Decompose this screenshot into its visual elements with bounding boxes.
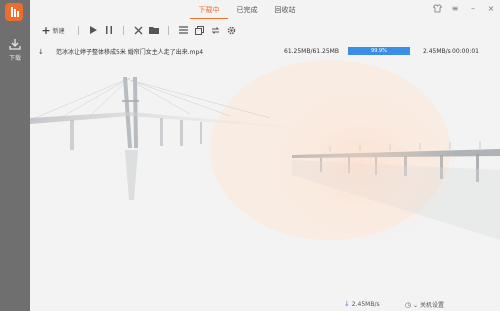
sidebar-item-label: 下载 [8,55,21,62]
tab-completed[interactable]: 已完成 [228,5,266,19]
skin-icon[interactable] [432,4,442,16]
plus-icon: + [41,23,51,37]
tab-bar: 下载中 已完成 回收站 [190,5,304,19]
pause-icon[interactable] [101,23,117,37]
chevron-down-icon: ⌄ [413,302,419,309]
minimize-icon[interactable]: – [468,4,478,16]
app-logo-icon [5,3,23,21]
download-icon [9,39,21,50]
time-remaining: 00:00:01 [452,48,479,55]
play-icon[interactable] [85,23,101,37]
menu-icon[interactable]: ≡ [450,4,460,16]
new-task-label: 新建 [52,27,65,35]
shutdown-label: 关机设置 [419,302,444,309]
close-icon[interactable]: × [486,4,496,16]
clock-icon: ◷ [405,301,412,309]
progress-text: 99.9% [371,48,387,54]
total-speed-value: 2.45MB/s [351,301,380,308]
toolbar: + 新建 [34,23,239,37]
main-panel: 下载中 已完成 回收站 ≡ – × + 新建 ↓ 范冰冰让婷子整体移成5米 婚帘… [30,0,500,311]
delete-icon[interactable] [130,23,146,37]
window-controls: ≡ – × [432,4,496,16]
divider [168,25,169,35]
new-task-button[interactable]: + 新建 [34,23,72,37]
file-name: 范冰冰让婷子整体移成5米 婚帘门女主人走了出来.mp4 [56,49,204,56]
download-speed: 2.45MB/s [423,48,451,55]
status-bar: ↓ 2.45MB/s ◷ ⌄ 关机设置 [30,297,500,311]
title-bar: 下载中 已完成 回收站 ≡ – × [30,0,500,20]
folder-icon[interactable] [146,23,162,37]
shutdown-settings-button[interactable]: ◷ ⌄ 关机设置 [405,300,444,309]
arrow-down-icon: ↓ [344,300,350,308]
copy-icon[interactable] [191,23,207,37]
progress-fill: 99.9% [348,47,410,55]
tab-recycle-bin[interactable]: 回收站 [266,5,304,19]
table-row[interactable]: ↓ 范冰冰让婷子整体移成5米 婚帘门女主人走了出来.mp4 61.25MB/61… [30,45,500,58]
divider [78,25,79,35]
sidebar-item-download[interactable]: 下载 [0,38,30,66]
file-size: 61.25MB/61.25MB [284,48,339,55]
download-arrow-icon: ↓ [38,47,44,56]
total-speed: ↓ 2.45MB/s [344,300,380,308]
refresh-icon[interactable] [207,23,223,37]
sun-glow [260,80,460,250]
list-icon[interactable] [175,23,191,37]
divider [123,25,124,35]
tab-downloading[interactable]: 下载中 [190,5,228,19]
progress-bar: 99.9% [348,47,410,55]
settings-icon[interactable] [223,23,239,37]
sidebar: 下载 [0,0,30,311]
